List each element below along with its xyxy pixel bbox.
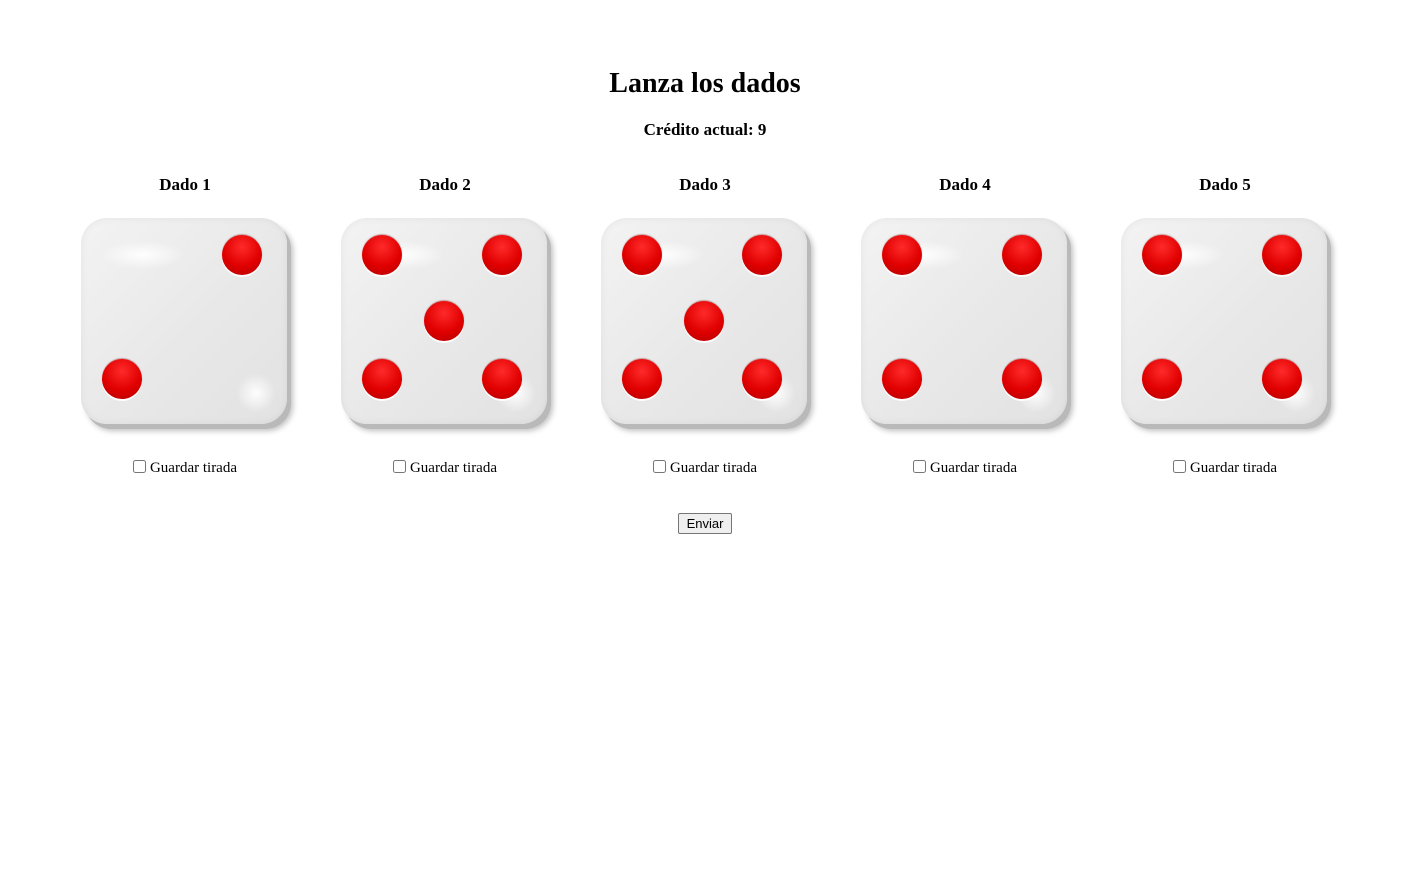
keep-roll-label: Guardar tirada bbox=[409, 460, 498, 476]
keep-roll-label: Guardar tirada bbox=[669, 460, 758, 476]
die-pip bbox=[362, 235, 403, 276]
die-pip bbox=[481, 235, 522, 276]
keep-roll-option[interactable]: Guardar tirada bbox=[835, 458, 1095, 478]
die-pip bbox=[362, 358, 403, 399]
keep-roll-checkbox[interactable] bbox=[1172, 460, 1186, 473]
die-pip bbox=[741, 358, 782, 399]
die-column: Dado 1 Guardar tirada bbox=[55, 172, 315, 482]
die-label: Dado 5 bbox=[1199, 175, 1251, 194]
die-face bbox=[1121, 218, 1327, 424]
keep-roll-option[interactable]: Guardar tirada bbox=[315, 458, 575, 478]
die-pip bbox=[1001, 358, 1042, 399]
die-pip bbox=[102, 358, 143, 399]
die-face bbox=[341, 218, 547, 424]
keep-roll-label: Guardar tirada bbox=[149, 460, 238, 476]
die-pip bbox=[1261, 235, 1302, 276]
die-face bbox=[81, 218, 287, 424]
keep-roll-label: Guardar tirada bbox=[1189, 460, 1278, 476]
die-label: Dado 4 bbox=[939, 175, 991, 194]
die-pip bbox=[684, 301, 724, 341]
keep-roll-checkbox[interactable] bbox=[132, 460, 146, 473]
die-pip bbox=[1142, 358, 1183, 399]
keep-roll-checkbox[interactable] bbox=[912, 460, 926, 473]
die-label: Dado 3 bbox=[679, 175, 731, 194]
die-column: Dado 2 Guardar tirada bbox=[315, 172, 575, 482]
credit-display: Crédito actual: 9 bbox=[643, 120, 767, 139]
keep-roll-checkbox[interactable] bbox=[652, 460, 666, 473]
die-column: Dado 4 Guardar tirada bbox=[835, 172, 1095, 482]
page-title: Lanza los dados bbox=[609, 68, 801, 99]
dice-row: Dado 1 Guardar tirada Dado 2 Guardar tir… bbox=[55, 172, 1355, 482]
die-pip bbox=[882, 235, 923, 276]
keep-roll-option[interactable]: Guardar tirada bbox=[1095, 458, 1355, 478]
die-pip bbox=[882, 358, 923, 399]
keep-roll-label: Guardar tirada bbox=[929, 460, 1018, 476]
keep-roll-checkbox[interactable] bbox=[392, 460, 406, 473]
die-face bbox=[861, 218, 1067, 424]
die-label: Dado 1 bbox=[159, 175, 211, 194]
keep-roll-option[interactable]: Guardar tirada bbox=[575, 458, 835, 478]
die-pip bbox=[424, 301, 464, 341]
die-pip bbox=[741, 235, 782, 276]
die-pip bbox=[1261, 358, 1302, 399]
dice-game-page: Lanza los dados Crédito actual: 9 Dado 1… bbox=[0, 0, 1410, 870]
die-pip bbox=[622, 358, 663, 399]
die-column: Dado 3 Guardar tirada bbox=[575, 172, 835, 482]
die-pip bbox=[1142, 235, 1183, 276]
die-label: Dado 2 bbox=[419, 175, 471, 194]
die-face bbox=[601, 218, 807, 424]
die-pip bbox=[481, 358, 522, 399]
keep-roll-option[interactable]: Guardar tirada bbox=[55, 458, 315, 478]
die-pip bbox=[622, 235, 663, 276]
submit-button[interactable]: Enviar bbox=[678, 513, 732, 534]
die-pip bbox=[1001, 235, 1042, 276]
die-pip bbox=[221, 235, 262, 276]
die-column: Dado 5 Guardar tirada bbox=[1095, 172, 1355, 482]
